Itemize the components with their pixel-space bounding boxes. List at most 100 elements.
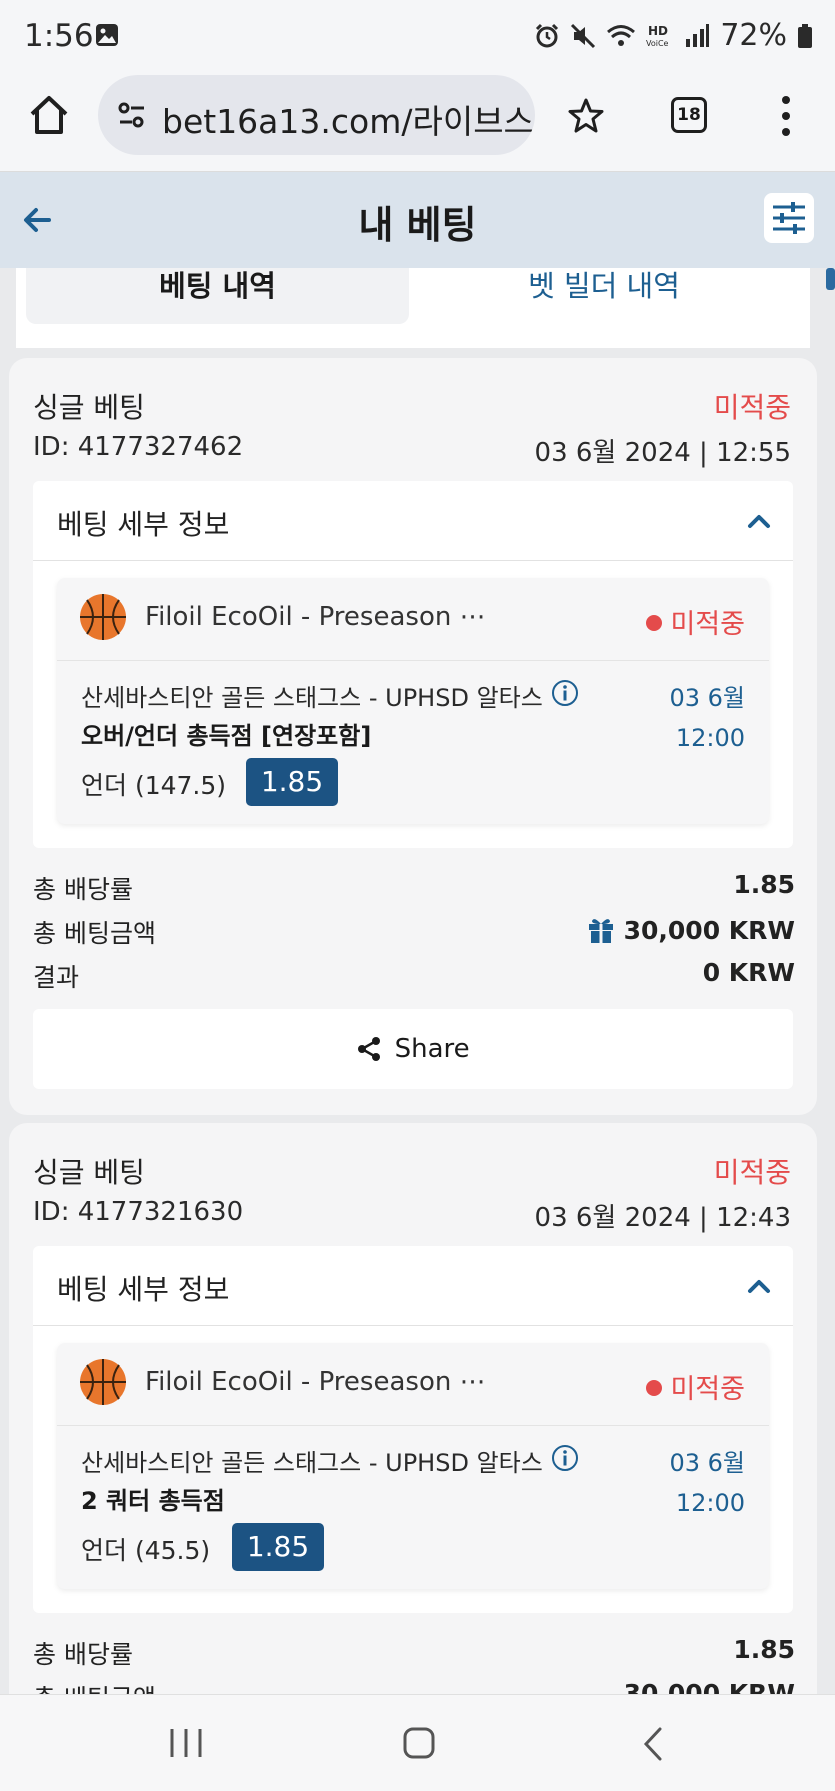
tab-bet-builder-history[interactable]: 벳 빌더 내역 bbox=[409, 268, 799, 324]
event-selection: Filoil EcoOil - Preseason ⋯ 미적중 산세바스티안 골… bbox=[57, 578, 769, 824]
divider bbox=[57, 1425, 769, 1426]
svg-text:HD: HD bbox=[648, 24, 668, 38]
page-title: 내 베팅 bbox=[358, 203, 477, 247]
status-icons: HD VoiCe 72% bbox=[534, 18, 813, 53]
event-date: 03 6월 12:00 bbox=[669, 678, 745, 758]
league-name: Filoil EcoOil - Preseason ⋯ bbox=[145, 1367, 486, 1397]
event-selection: Filoil EcoOil - Preseason ⋯ 미적중 산세바스티안 골… bbox=[57, 1343, 769, 1589]
stake-label: 총 베팅금액 bbox=[33, 1684, 156, 1694]
event-status-text: 미적중 bbox=[670, 609, 745, 640]
bet-type: 싱글 베팅 bbox=[33, 1156, 145, 1189]
bet-details-panel: 베팅 세부 정보 Filoil EcoOil - Preseason ⋯ 미적중… bbox=[33, 1246, 793, 1613]
event-status: 미적중 bbox=[646, 1367, 745, 1406]
total-odds-label: 총 배당률 bbox=[33, 1640, 133, 1669]
match-teams: 산세바스티안 골든 스태그스 - UPHSD 알타스 bbox=[81, 684, 543, 712]
bet-id: ID: 4177321630 bbox=[33, 1197, 244, 1227]
recent-apps-icon[interactable] bbox=[168, 1727, 204, 1759]
divider bbox=[57, 660, 769, 661]
url-text[interactable]: bet16a13.com/라이브스 bbox=[162, 95, 534, 143]
share-icon bbox=[358, 1037, 381, 1061]
browser-toolbar: bet16a13.com/라이브스 18 bbox=[0, 70, 835, 172]
total-odds-value: 1.85 bbox=[733, 1635, 795, 1664]
wifi-icon bbox=[607, 24, 636, 46]
bet-card: 싱글 베팅 미적중 ID: 4177321630 03 6월 2024 | 12… bbox=[9, 1123, 817, 1694]
status-dot bbox=[646, 615, 663, 631]
home-nav-icon[interactable] bbox=[402, 1726, 436, 1760]
filter-button[interactable] bbox=[764, 193, 814, 243]
result-row: 결과 0 KRW bbox=[33, 958, 795, 994]
tab-bet-history[interactable]: 베팅 내역 bbox=[26, 268, 409, 324]
site-settings-icon[interactable] bbox=[116, 99, 148, 131]
filter-sliders-icon bbox=[773, 202, 805, 234]
basketball-icon bbox=[80, 1359, 126, 1405]
odds-badge: 1.85 bbox=[232, 1523, 324, 1571]
bet-type: 싱글 베팅 bbox=[33, 391, 145, 424]
status-bar: 1:56 HD VoiCe 72% bbox=[0, 0, 835, 70]
event-status-text: 미적중 bbox=[670, 1374, 745, 1405]
bet-details-panel: 베팅 세부 정보 Filoil EcoOil - Preseason ⋯ 미적중… bbox=[33, 481, 793, 848]
league-name: Filoil EcoOil - Preseason ⋯ bbox=[145, 602, 486, 632]
status-time: 1:56 bbox=[24, 18, 94, 54]
app-header: 내 베팅 bbox=[0, 172, 835, 268]
chevron-up-icon[interactable] bbox=[747, 1274, 771, 1298]
tab-switcher-button[interactable]: 18 bbox=[671, 97, 707, 133]
bet-datetime: 03 6월 2024 | 12:43 bbox=[534, 1203, 791, 1233]
bet-details-toggle[interactable]: 베팅 세부 정보 bbox=[57, 503, 229, 543]
mute-icon bbox=[571, 23, 596, 48]
status-dot bbox=[646, 1380, 663, 1396]
event-date-day: 03 6월 bbox=[669, 1449, 745, 1477]
selection-pick: 언더 (147.5) bbox=[81, 771, 227, 800]
address-bar[interactable]: bet16a13.com/라이브스 bbox=[98, 75, 535, 155]
info-icon[interactable] bbox=[551, 679, 579, 707]
share-button[interactable]: Share bbox=[33, 1009, 793, 1089]
total-odds-row: 총 배당률 1.85 bbox=[33, 870, 795, 906]
market-name: 2 쿼터 총득점 bbox=[81, 1487, 225, 1515]
divider bbox=[33, 1325, 793, 1326]
selection-pick: 언더 (45.5) bbox=[81, 1536, 211, 1565]
info-icon[interactable] bbox=[551, 1444, 579, 1472]
history-tabs: 베팅 내역 벳 빌더 내역 bbox=[16, 268, 810, 348]
share-label: Share bbox=[394, 1034, 470, 1064]
bet-card: 싱글 베팅 미적중 ID: 4177327462 03 6월 2024 | 12… bbox=[9, 358, 817, 1115]
event-date-time: 12:00 bbox=[675, 1489, 745, 1517]
event-date-day: 03 6월 bbox=[669, 684, 745, 712]
alarm-icon bbox=[536, 23, 559, 47]
stake-row: 총 베팅금액 30,000 KRW bbox=[33, 914, 795, 950]
odds-badge: 1.85 bbox=[246, 758, 338, 806]
result-label: 결과 bbox=[33, 963, 80, 992]
event-status: 미적중 bbox=[646, 602, 745, 641]
bet-status-badge: 미적중 bbox=[713, 391, 791, 424]
stake-value-wrap: 30,000 KRW bbox=[586, 914, 795, 945]
chevron-up-icon[interactable] bbox=[747, 509, 771, 533]
event-date-time: 12:00 bbox=[675, 724, 745, 752]
total-odds-row: 총 배당률 1.85 bbox=[33, 1635, 795, 1671]
divider bbox=[33, 560, 793, 561]
basketball-icon bbox=[80, 594, 126, 640]
more-menu-icon[interactable] bbox=[776, 94, 796, 138]
stake-row: 총 베팅금액 30,000 KRW bbox=[33, 1679, 795, 1694]
bet-id: ID: 4177327462 bbox=[33, 432, 244, 462]
battery-percent: 72% bbox=[720, 18, 787, 53]
total-odds-value: 1.85 bbox=[733, 870, 795, 899]
battery-icon bbox=[798, 23, 812, 48]
signal-icon bbox=[686, 23, 710, 47]
home-icon[interactable] bbox=[26, 92, 72, 138]
bet-status-badge: 미적중 bbox=[713, 1156, 791, 1189]
scrollbar-thumb[interactable] bbox=[826, 268, 835, 290]
bookmark-star-icon[interactable] bbox=[566, 96, 606, 136]
gallery-notification-icon bbox=[96, 24, 118, 46]
bet-details-toggle[interactable]: 베팅 세부 정보 bbox=[57, 1268, 229, 1308]
total-odds-label: 총 배당률 bbox=[33, 875, 133, 904]
stake-label: 총 베팅금액 bbox=[33, 919, 156, 948]
gift-icon bbox=[588, 919, 613, 943]
hd-voice-icon: HDVoiCe bbox=[646, 24, 669, 48]
bet-datetime: 03 6월 2024 | 12:55 bbox=[534, 438, 791, 468]
back-nav-icon[interactable] bbox=[640, 1726, 666, 1762]
svg-text:VoiCe: VoiCe bbox=[646, 39, 669, 48]
bet-history-list[interactable]: 베팅 내역 벳 빌더 내역 싱글 베팅 미적중 ID: 4177327462 0… bbox=[0, 268, 835, 1694]
match-teams: 산세바스티안 골든 스태그스 - UPHSD 알타스 bbox=[81, 1449, 543, 1477]
market-name: 오버/언더 총득점 [연장포함] bbox=[81, 722, 372, 750]
event-date: 03 6월 12:00 bbox=[669, 1443, 745, 1523]
stake-value: 30,000 KRW bbox=[623, 1679, 795, 1694]
system-nav-bar bbox=[0, 1694, 835, 1791]
